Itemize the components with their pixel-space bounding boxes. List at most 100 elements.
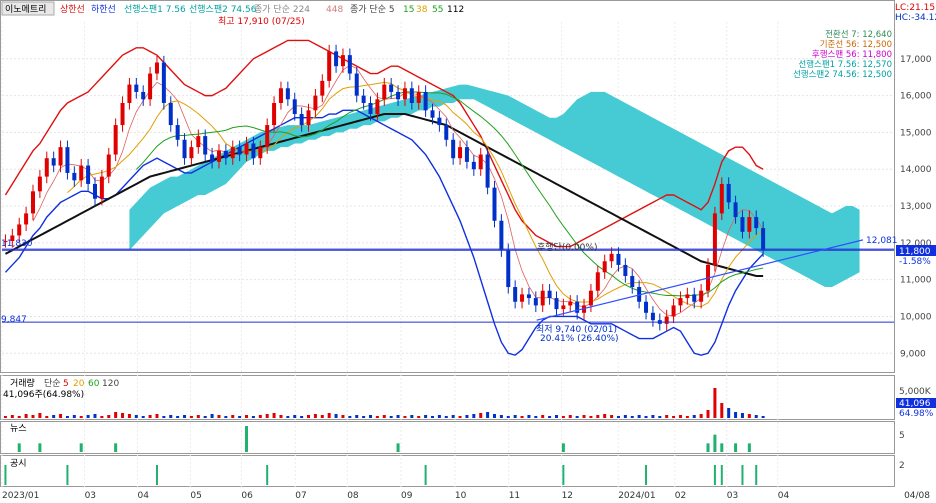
- candle-body: [361, 95, 366, 103]
- volume-bar: [251, 416, 255, 418]
- volume-bar: [224, 416, 228, 418]
- news-panel-frame: [0, 421, 895, 454]
- ma-period-112[interactable]: 112: [447, 5, 464, 15]
- volume-bar: [293, 415, 297, 418]
- volume-bar: [589, 416, 593, 418]
- disclosure-bar: [155, 465, 158, 485]
- volume-bar: [637, 415, 641, 418]
- volume-bar: [231, 415, 235, 418]
- volume-bar: [189, 416, 193, 418]
- time-tick-label: 02: [675, 491, 686, 501]
- ma-period-38[interactable]: 38: [416, 5, 428, 15]
- candle-body: [423, 91, 428, 111]
- volume-bar: [3, 416, 7, 418]
- stock-chart[interactable]: 17,00016,00015,00014,00013,00012,00011,0…: [0, 0, 936, 503]
- candle-body: [492, 187, 497, 221]
- candle-body: [340, 55, 345, 67]
- news-bar: [38, 443, 42, 452]
- ma224-label[interactable]: 종가 단순 224: [254, 4, 310, 15]
- volume-bar: [623, 415, 627, 418]
- candle-body: [216, 150, 221, 162]
- disclosure-bar: [755, 465, 758, 485]
- candle-body: [168, 102, 173, 126]
- lower-band-label[interactable]: 하한선: [91, 4, 116, 15]
- candle-body: [189, 147, 194, 159]
- volume-current-pct: 64.98%: [899, 409, 934, 419]
- volume-bar: [630, 416, 634, 418]
- candle-body: [747, 217, 752, 232]
- candle-body: [726, 183, 731, 203]
- high-annotation: 최고 17,910 (07/25): [218, 16, 305, 27]
- volume-bar: [431, 416, 434, 418]
- price-axis: 17,00016,00015,00014,00013,00012,00011,0…: [900, 55, 932, 359]
- volume-bar: [59, 414, 63, 418]
- candle-body: [609, 253, 614, 262]
- candle-body: [86, 165, 91, 184]
- disclosure-title: 공시: [10, 458, 27, 469]
- volume-bar: [651, 415, 655, 418]
- volume-bar: [17, 416, 21, 418]
- volume-ma-120: 120: [102, 379, 119, 389]
- price-tick-label: 10,000: [900, 312, 932, 322]
- volume-bar: [375, 416, 379, 418]
- volume-bar: [169, 415, 173, 418]
- volume-bar: [38, 413, 42, 418]
- ma-group-label[interactable]: 종가 단순 5: [350, 4, 395, 15]
- candle-body: [223, 150, 228, 159]
- annotations: 최고 17,910 (07/25) 최저 9,740 (02/01) 20.41…: [1, 16, 936, 344]
- news-axis-label: 5: [899, 431, 905, 441]
- ma448-label[interactable]: 448: [326, 5, 343, 15]
- disclosure-bar: [266, 465, 269, 485]
- volume-bar: [155, 414, 159, 418]
- candle-body: [285, 88, 290, 100]
- ma-period-55[interactable]: 55: [432, 5, 443, 15]
- leading2-label[interactable]: 선행스팬2 74.56: [189, 3, 257, 15]
- candle-body: [30, 191, 35, 214]
- candle-body: [740, 217, 745, 232]
- volume-bar: [575, 416, 579, 418]
- volume-bar: [24, 414, 28, 418]
- time-tick-label: 09: [401, 491, 413, 501]
- leading1-label[interactable]: 선행스팬1 7.56: [124, 3, 186, 15]
- volume-bar: [727, 408, 731, 418]
- candle-body: [554, 298, 559, 310]
- time-tick-label: 04/08: [904, 491, 930, 501]
- candle-body: [761, 228, 766, 251]
- volume-bar: [527, 415, 531, 418]
- candle-body: [92, 183, 97, 199]
- legend-leading2: 선행스팬2 74.56: 12,500: [793, 69, 892, 80]
- time-tick-label: 05: [190, 491, 201, 501]
- disclosure-bar: [66, 465, 69, 485]
- volume-bar: [548, 416, 552, 418]
- time-tick-label: 2023/01: [2, 491, 39, 501]
- price-tick-label: 13,000: [900, 202, 932, 212]
- time-tick-label: 11: [509, 491, 520, 501]
- candle-body: [99, 176, 104, 199]
- volume-bar: [506, 416, 510, 418]
- lc-label: LC:21.15: [895, 3, 935, 13]
- volume-bar: [141, 416, 145, 418]
- news-title: 뉴스: [10, 423, 27, 434]
- volume-bar: [362, 416, 366, 418]
- price-tick-label: 15,000: [900, 128, 932, 138]
- volume-bar: [279, 415, 283, 418]
- volume-bar: [665, 415, 669, 418]
- candle-body: [203, 136, 208, 155]
- disclosure-panel-labels: 공시 2: [10, 458, 905, 471]
- volume-bar: [451, 415, 455, 418]
- volume-bar: [286, 416, 290, 418]
- candle-body: [506, 250, 511, 288]
- upper-band-label[interactable]: 상한선: [60, 4, 85, 15]
- volume-bar: [747, 414, 751, 418]
- candle-body: [347, 55, 352, 74]
- candle-body: [258, 147, 263, 159]
- candle-body: [58, 147, 63, 166]
- candle-body: [382, 84, 387, 100]
- volume-bar: [699, 414, 703, 418]
- news-panel-labels: 뉴스 5: [10, 423, 905, 441]
- disclosure-bar: [741, 465, 744, 485]
- volume-bar: [417, 416, 421, 418]
- volume-bar: [127, 414, 131, 418]
- ma-period-15[interactable]: 15: [403, 5, 414, 15]
- candle-body: [430, 110, 435, 118]
